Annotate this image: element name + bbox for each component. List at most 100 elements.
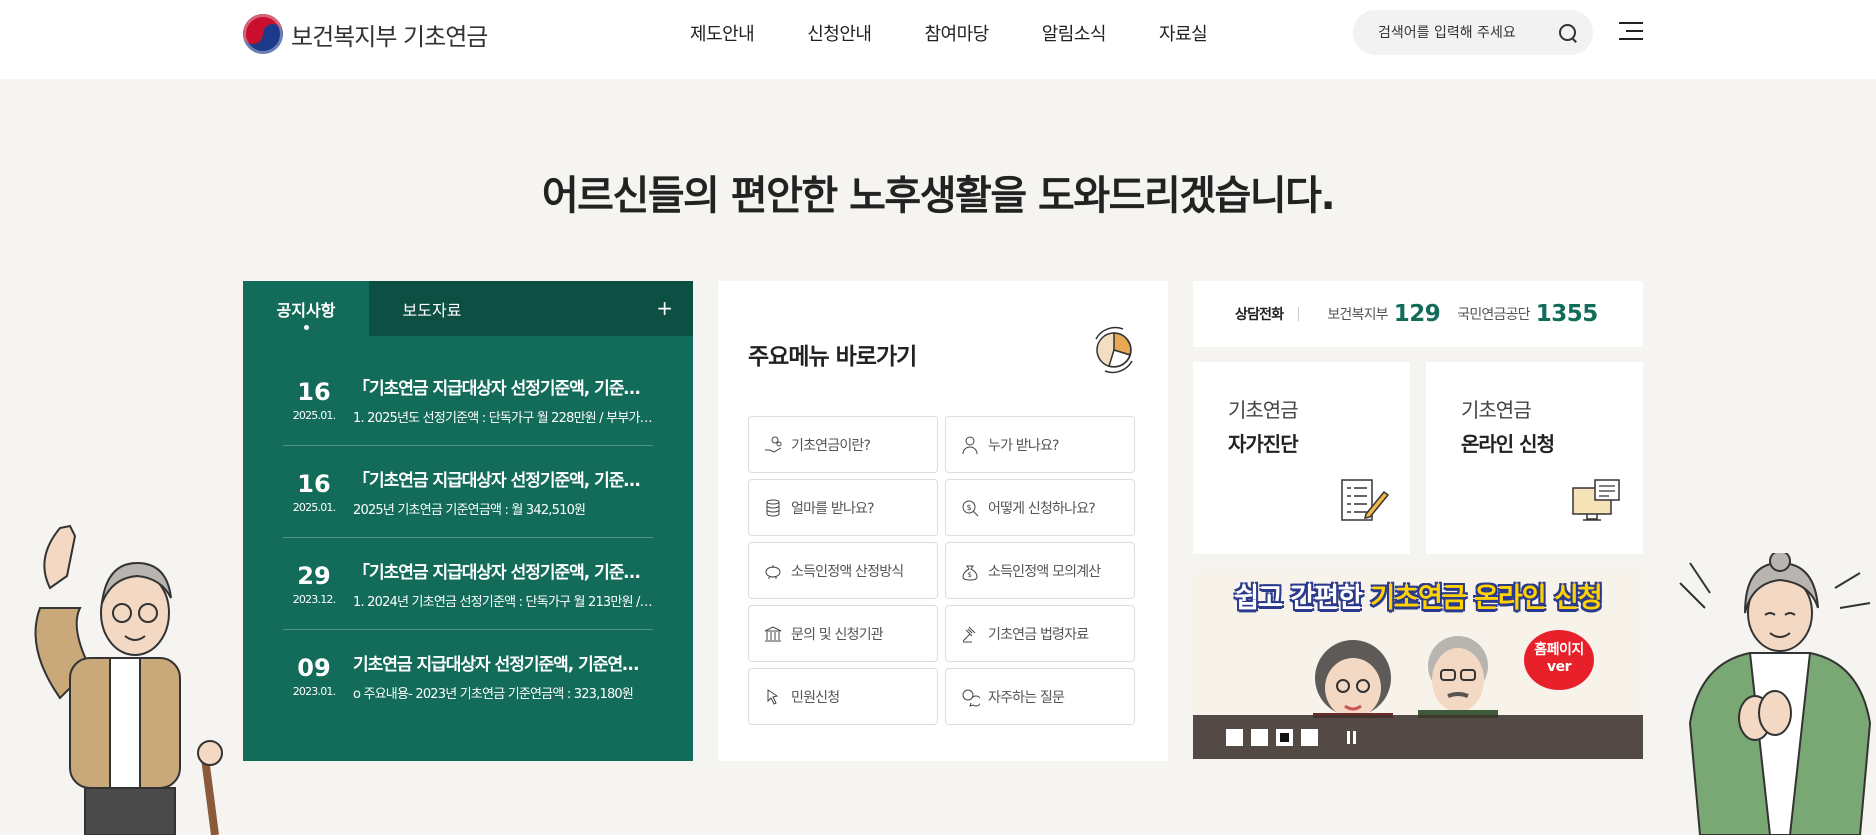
- quick-faq[interactable]: 자주하는 질문: [945, 668, 1135, 725]
- consult-number-129[interactable]: 129: [1394, 301, 1441, 327]
- consult-number-1355[interactable]: 1355: [1536, 301, 1599, 327]
- coins-hand-icon: [765, 436, 782, 453]
- quick-legal-resources[interactable]: 기초연금 법령자료: [945, 605, 1135, 662]
- slide-dot-3[interactable]: [1276, 728, 1293, 746]
- notice-year-month: 2025.01.: [292, 408, 336, 422]
- elderly-couple-illustration: [1313, 636, 1498, 718]
- quick-label: 소득인정액 모의계산: [988, 563, 1101, 580]
- waving-grandpa-illustration: [34, 524, 223, 835]
- notice-title[interactable]: 기초연금 지급대상자 선정기준액, 기준연금액 및 연계감액 기준 고시: [353, 650, 653, 675]
- notice-item[interactable]: 16 2025.01. 「기초연금 지급대상자 선정기준액, 기준연금액 및 연…: [283, 354, 653, 446]
- quick-label: 자주하는 질문: [988, 689, 1065, 706]
- headline-emphasis: 편안한 노후생활: [730, 173, 992, 219]
- notice-tabs: 공지사항 보도자료 +: [243, 281, 693, 336]
- quick-title-bold: 주요메뉴: [748, 344, 830, 370]
- quick-label: 문의 및 신청기관: [791, 626, 884, 643]
- site-header: 보건복지부 기초연금 제도안내 신청안내 참여마당 알림소식 자료실: [0, 0, 1876, 79]
- homepage-version-badge: 홈페이지 ver: [1524, 630, 1594, 690]
- slide-dot-4[interactable]: [1301, 728, 1318, 746]
- online-application-banner[interactable]: 쉽고 간편한 기초연금 온라인 신청 홈페이지 ver: [1193, 570, 1643, 759]
- notice-year-month: 2023.12.: [292, 592, 336, 606]
- quick-income-method[interactable]: 소득인정액 산정방식: [748, 542, 938, 599]
- quick-label: 누가 받나요?: [988, 437, 1059, 454]
- notice-date: 09 2023.01.: [283, 654, 345, 698]
- consult-org-nps: 국민연금공단: [1457, 307, 1530, 323]
- quick-inquiry-offices[interactable]: 문의 및 신청기관: [748, 605, 938, 662]
- tab-notices[interactable]: 공지사항: [243, 281, 369, 336]
- banner-title-b: 기초연금 온라인 신청: [1370, 583, 1602, 614]
- notice-date: 16 2025.01.: [283, 470, 345, 514]
- consult-label: 상담전화: [1235, 307, 1284, 323]
- site-logo[interactable]: 보건복지부 기초연금: [243, 14, 488, 54]
- person-icon: [962, 436, 978, 454]
- banner-controls: [1193, 715, 1643, 759]
- slide-dot-1[interactable]: [1226, 728, 1243, 746]
- hand-pointer-icon: [767, 688, 779, 705]
- hero-headline: 어르신들의 편안한 노후생활을 도와드리겠습니다.: [0, 163, 1876, 221]
- quick-label: 기초연금 법령자료: [988, 626, 1089, 643]
- divider: [1298, 307, 1300, 321]
- quick-menu-grid: 기초연금이란? 누가 받나요? 얼마를 받나요? $ 어떻게 신청하나요? 소득…: [748, 416, 1135, 725]
- quick-civil-petition[interactable]: 민원신청: [748, 668, 938, 725]
- nav-item-participation[interactable]: 참여마당: [925, 20, 990, 46]
- quick-label: 얼마를 받나요?: [791, 500, 875, 517]
- nav-item-application-guide[interactable]: 신청안내: [807, 20, 872, 46]
- notice-day: 29: [297, 561, 331, 590]
- notice-day: 16: [297, 377, 331, 406]
- notice-desc: o 주요내용- 2023년 기초연금 기준연금액 : 323,180원: [353, 687, 634, 702]
- nav-item-archive[interactable]: 자료실: [1159, 20, 1208, 46]
- pause-icon[interactable]: [1346, 730, 1358, 744]
- card-sub: 기초연금: [1461, 398, 1532, 422]
- quick-how-much[interactable]: 얼마를 받나요?: [748, 479, 938, 536]
- notice-date: 29 2023.12.: [283, 562, 345, 606]
- quick-label: 어떻게 신청하나요?: [988, 500, 1096, 517]
- main-nav: 제도안내 신청안내 참여마당 알림소식 자료실: [690, 20, 1208, 46]
- notice-day: 09: [297, 654, 331, 682]
- quick-title-rest: 바로가기: [828, 344, 918, 370]
- notice-year-month: 2025.01.: [292, 500, 336, 514]
- quick-menu-panel: 주요메뉴 바로가기 기초연금이란? 누가 받나요? 얼마를 받나요? $ 어떻게…: [718, 281, 1168, 761]
- piggy-bank-icon: [765, 564, 781, 579]
- notice-title[interactable]: 「기초연금 지급대상자 선정기준액, 기준연금액 및 연계감액 기준」 고시: [353, 374, 653, 399]
- badge-line2: ver: [1546, 659, 1572, 675]
- search-box: [1353, 10, 1593, 55]
- tab-press-releases[interactable]: 보도자료: [369, 281, 495, 336]
- nav-item-system-guide[interactable]: 제도안내: [690, 20, 755, 46]
- notice-title[interactable]: 「기초연금 지급대상자 선정기준액, 기준연금액 및 연계감액 기준」 고시: [353, 466, 653, 491]
- banner-title: 쉽고 간편한 기초연금 온라인 신청: [1193, 576, 1643, 615]
- gavel-icon: [962, 626, 976, 642]
- computer-document-icon: [1572, 479, 1620, 521]
- notice-item[interactable]: 16 2025.01. 「기초연금 지급대상자 선정기준액, 기준연금액 및 연…: [283, 446, 653, 538]
- more-plus-icon[interactable]: +: [656, 296, 673, 320]
- consult-org-mohw: 보건복지부: [1327, 307, 1388, 323]
- money-bag-icon: $: [962, 565, 978, 581]
- hamburger-menu-icon[interactable]: [1619, 22, 1643, 42]
- self-diagnosis-card[interactable]: 기초연금 자가진단: [1193, 362, 1410, 554]
- notice-year-month: 2023.01.: [292, 685, 336, 698]
- notice-item[interactable]: 09 2023.01. 기초연금 지급대상자 선정기준액, 기준연금액 및 연계…: [283, 630, 653, 722]
- quick-label: 기초연금이란?: [791, 437, 871, 454]
- taegeuk-logo-icon: [243, 14, 283, 54]
- quick-how-to-apply[interactable]: $ 어떻게 신청하나요?: [945, 479, 1135, 536]
- quick-who-receives[interactable]: 누가 받나요?: [945, 416, 1135, 473]
- search-icon[interactable]: [1557, 22, 1579, 44]
- notice-item[interactable]: 29 2023.12. 「기초연금 지급대상자 선정기준액, 기준연금액 및 연…: [283, 538, 653, 630]
- online-application-card[interactable]: 기초연금 온라인 신청: [1426, 362, 1643, 554]
- headline-suffix: 을 도와드리겠습니다.: [990, 173, 1335, 219]
- slide-dot-2[interactable]: [1251, 728, 1268, 746]
- quick-what-is-pension[interactable]: 기초연금이란?: [748, 416, 938, 473]
- coin-stack-icon: [766, 499, 780, 517]
- bank-icon: [764, 625, 782, 641]
- banner-title-a: 쉽고 간편한: [1234, 583, 1371, 614]
- notice-list: 16 2025.01. 「기초연금 지급대상자 선정기준액, 기준연금액 및 연…: [243, 336, 693, 722]
- card-main: 자가진단: [1228, 432, 1299, 456]
- card-main: 온라인 신청: [1461, 432, 1555, 456]
- notice-desc: 2025년 기초연금 기준연금액 : 월 342,510원: [353, 502, 586, 518]
- notice-title[interactable]: 「기초연금 지급대상자 선정기준액, 기준연금액 및 연계감액 기준」 고시: [353, 558, 653, 583]
- quick-income-simulation[interactable]: $ 소득인정액 모의계산: [945, 542, 1135, 599]
- quick-label: 소득인정액 산정방식: [791, 563, 904, 580]
- nav-item-news[interactable]: 알림소식: [1042, 20, 1107, 46]
- notice-desc: 1. 2025년도 선정기준액 : 단독가구 월 228만원 / 부부가구 월 …: [353, 410, 653, 426]
- notice-day: 16: [297, 469, 331, 498]
- search-input[interactable]: [1378, 24, 1548, 41]
